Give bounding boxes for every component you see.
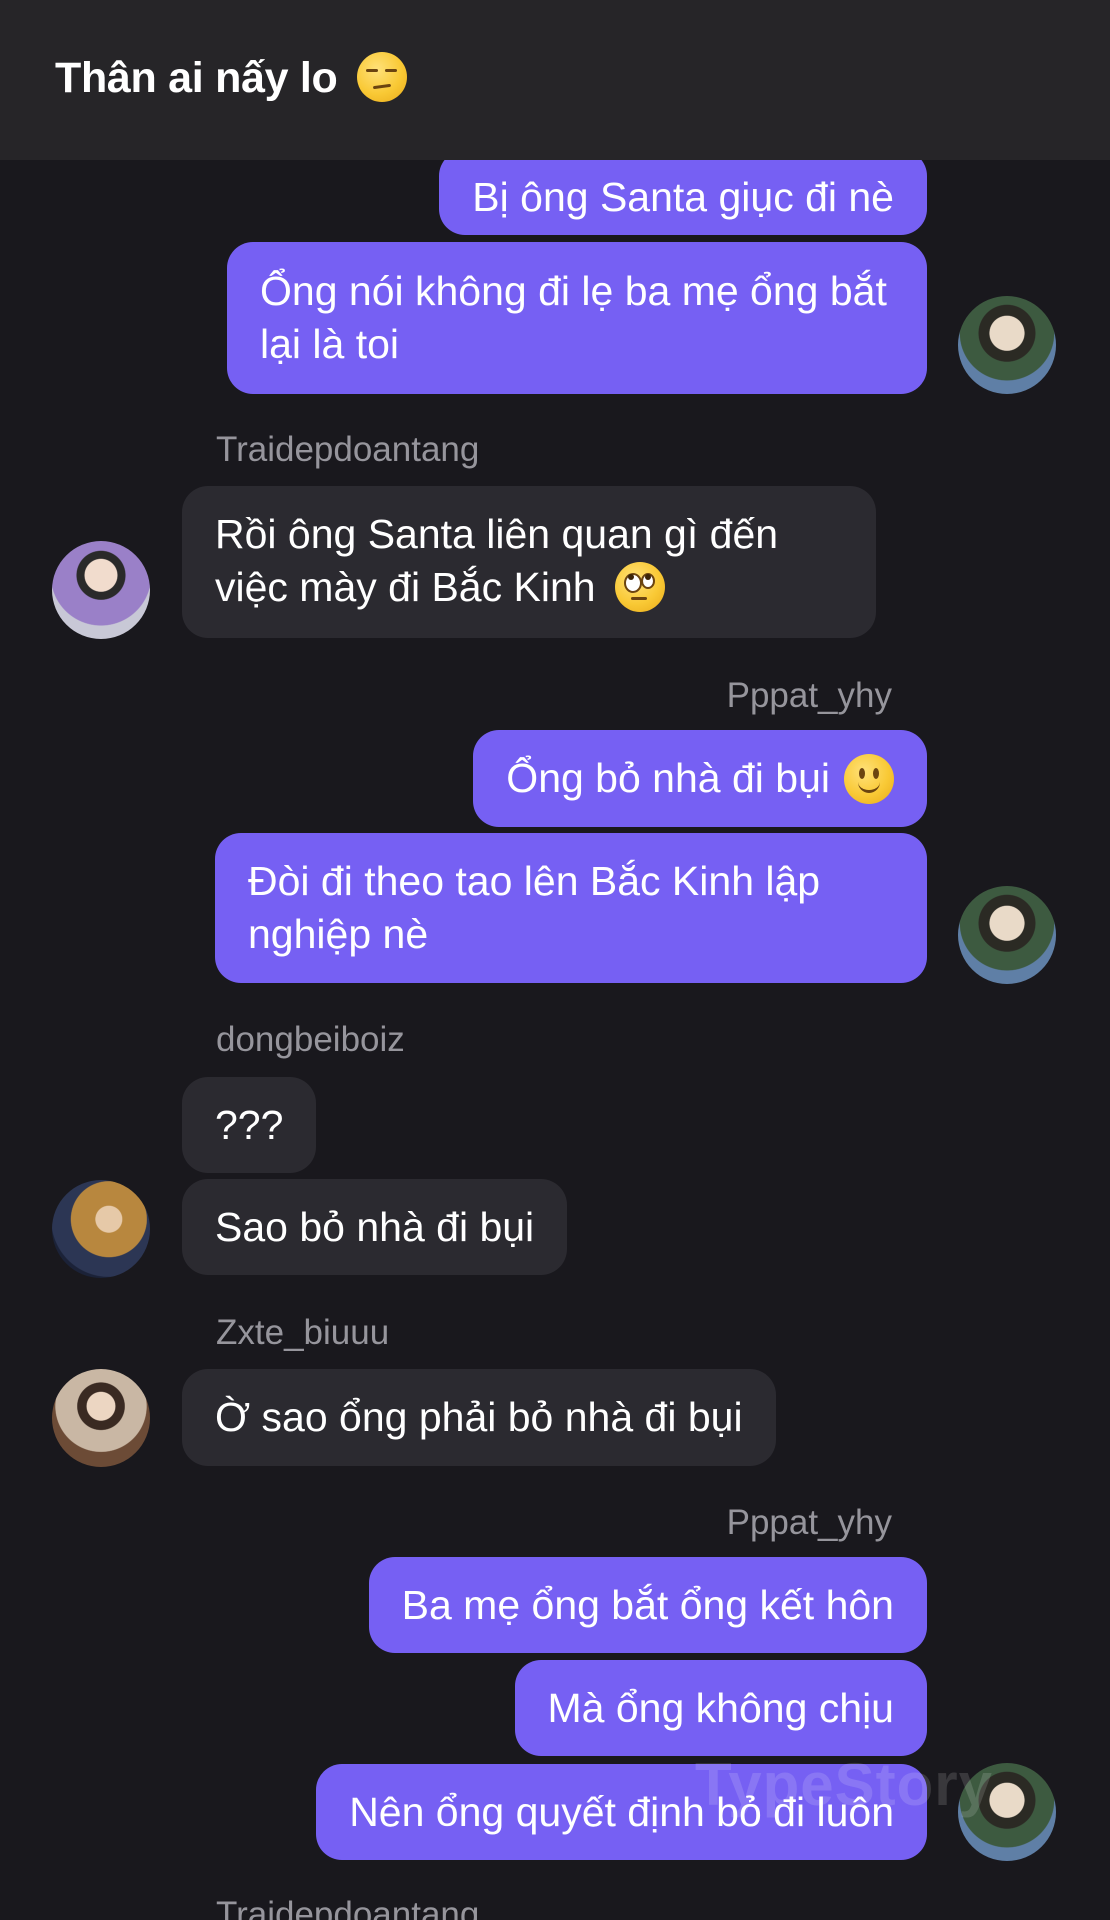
chat-thread[interactable]: Bị ông Santa giục đi nè Ổng nói không đi…	[0, 0, 1110, 1920]
message-text: Bị ông Santa giục đi nè	[472, 174, 894, 220]
message-bubble-outgoing[interactable]: Ba mẹ ổng bắt ổng kết hôn	[368, 1557, 927, 1653]
chat-header: Thân ai nấy lo	[0, 0, 1110, 160]
sender-name: dongbeiboiz	[216, 1020, 405, 1059]
message-bubble-outgoing[interactable]: Ổng bỏ nhà đi bụi	[473, 730, 927, 827]
avatar-traidepdoantang[interactable]	[52, 541, 150, 639]
avatar-dongbeiboiz[interactable]	[52, 1180, 150, 1278]
message-text: Ổng nói không đi lẹ ba mẹ ổng bắt lại là…	[260, 268, 887, 367]
chat-title[interactable]: Thân ai nấy lo	[55, 51, 408, 106]
slightly-smiling-face-emoji	[844, 753, 894, 804]
message-text: Ba mẹ ổng bắt ổng kết hôn	[401, 1581, 894, 1628]
message-bubble-incoming[interactable]: Sao bỏ nhà đi bụi	[182, 1179, 568, 1275]
message-bubble-outgoing[interactable]: Đòi đi theo tao lên Bắc Kinh lập nghiệp …	[215, 833, 927, 983]
message-text: Đòi đi theo tao lên Bắc Kinh lập nghiệp …	[248, 858, 821, 957]
message-bubble-outgoing[interactable]: Bị ông Santa giục đi nè	[439, 150, 927, 235]
face-with-rolling-eyes-emoji	[614, 561, 665, 612]
avatar-pppat[interactable]	[958, 886, 1056, 984]
message-text: Rồi ông Santa liên quan gì đến việc mày …	[215, 511, 779, 612]
avatar-pppat[interactable]	[958, 296, 1056, 394]
avatar-zxte-biuuu[interactable]	[52, 1369, 150, 1467]
sender-name: Pppat_yhy	[726, 1503, 892, 1542]
unamused-face-emoji	[357, 51, 408, 102]
sender-name: Pppat_yhy	[726, 676, 892, 715]
message-text: Sao bỏ nhà đi bụi	[215, 1203, 535, 1250]
message-bubble-incoming[interactable]: ???	[182, 1077, 317, 1173]
message-text: Ờ sao ổng phải bỏ nhà đi bụi	[215, 1394, 743, 1440]
message-text: Ổng bỏ nhà đi bụi	[506, 755, 830, 801]
typestory-watermark: TypeStory	[695, 1751, 993, 1818]
message-bubble-incoming[interactable]: Rồi ông Santa liên quan gì đến việc mày …	[182, 486, 876, 638]
sender-name: Traidepdoantang	[216, 430, 480, 469]
message-bubble-incoming[interactable]: Ờ sao ổng phải bỏ nhà đi bụi	[182, 1369, 776, 1466]
message-text: Mà ổng không chịu	[547, 1684, 894, 1731]
message-bubble-outgoing[interactable]: Ổng nói không đi lẹ ba mẹ ổng bắt lại là…	[227, 242, 927, 394]
sender-name: Zxte_biuuu	[216, 1313, 390, 1352]
sender-name-partial: Traidepdoantang	[216, 1895, 480, 1920]
message-text: ???	[215, 1101, 284, 1148]
message-bubble-outgoing[interactable]: Mà ổng không chịu	[514, 1660, 927, 1756]
